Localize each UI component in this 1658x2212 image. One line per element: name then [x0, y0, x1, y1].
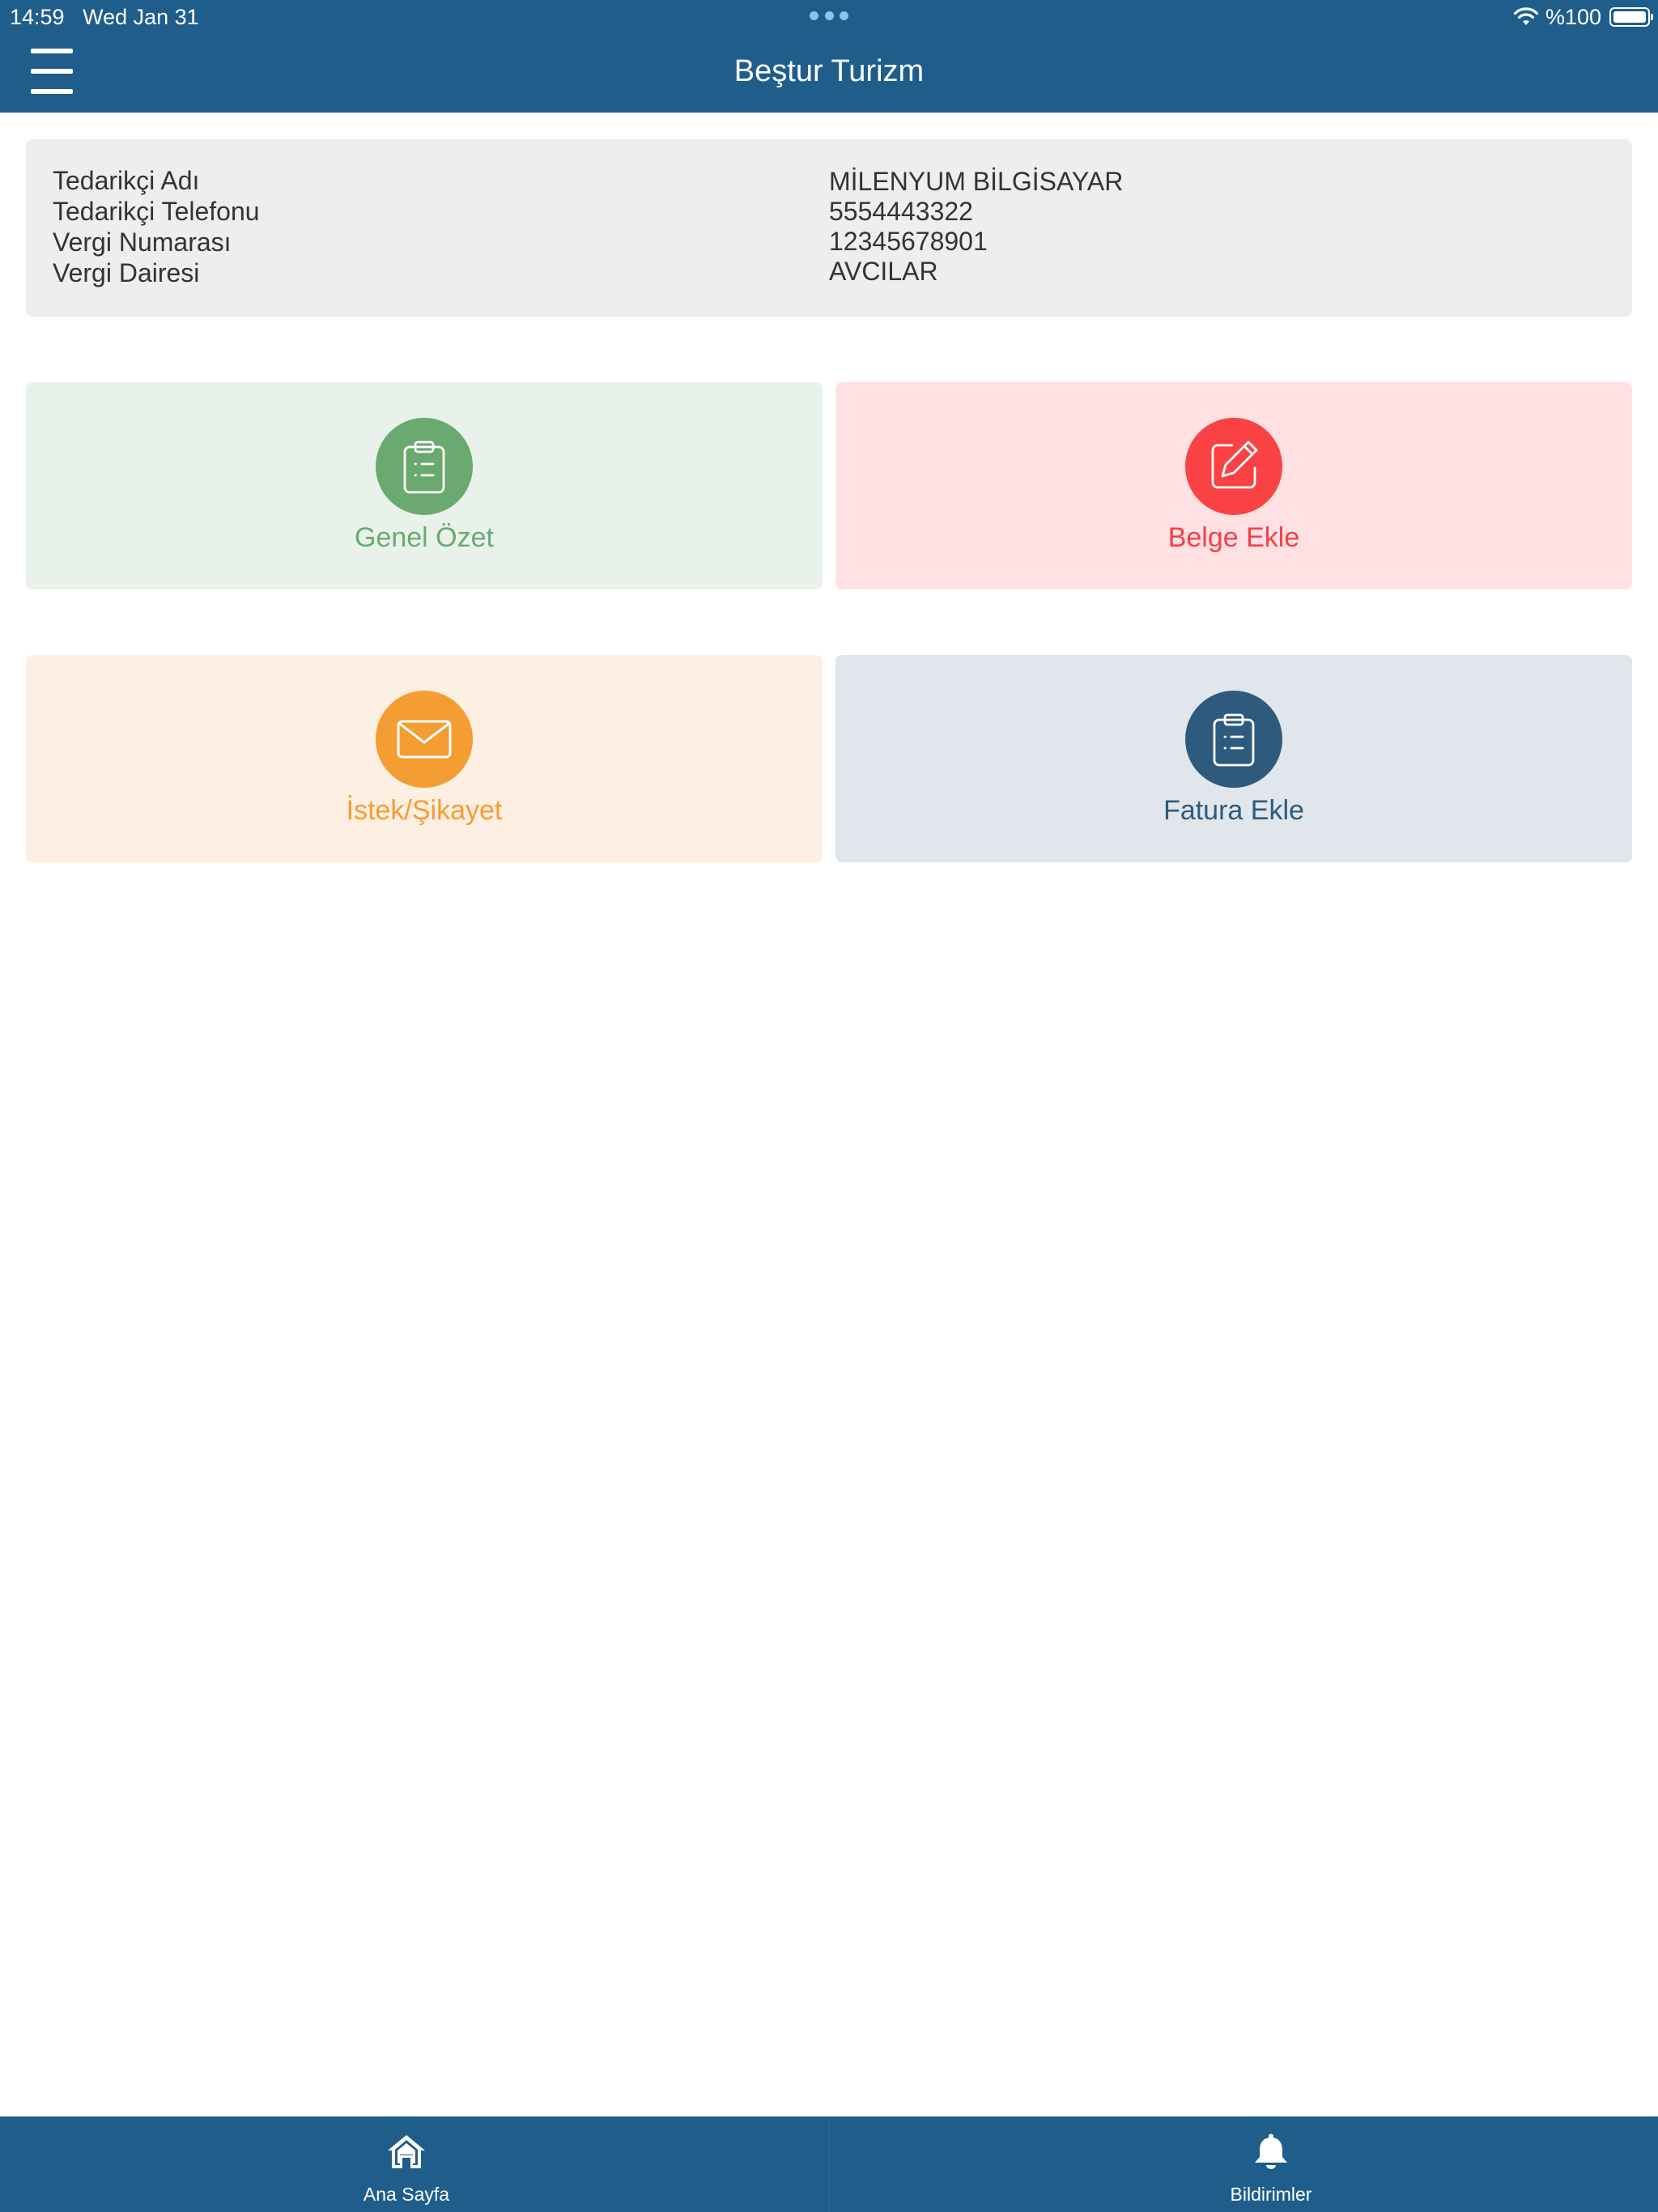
supplier-info-values: MİLENYUM BİLGİSAYAR 5554443322 123456789… — [829, 167, 1123, 287]
genel-ozet-button[interactable]: Genel Özet — [26, 382, 823, 589]
top-bar: 14:59 Wed Jan 31 %100 Beştur Turizm — [0, 0, 1658, 113]
tax-number-label: Vergi Numarası — [53, 228, 232, 257]
supplier-name-value: MİLENYUM BİLGİSAYAR — [829, 167, 1124, 196]
istek-sikayet-button[interactable]: İstek/Şikayet — [26, 655, 823, 862]
tab-bildirimler[interactable]: Bildirimler — [829, 2116, 1658, 2212]
tax-number-value: 12345678901 — [829, 227, 988, 256]
wifi-icon — [1513, 7, 1539, 25]
edit-icon — [1211, 440, 1258, 489]
multitasking-dots-icon[interactable] — [810, 11, 848, 21]
tab-ana-sayfa[interactable]: Ana Sayfa — [0, 2116, 829, 2212]
istek-sikayet-label: İstek/Şikayet — [346, 795, 503, 826]
fatura-ekle-icon-circle — [1185, 691, 1282, 788]
battery-percent: %100 — [1545, 4, 1601, 29]
istek-sikayet-icon-circle — [376, 691, 473, 788]
bell-icon — [1255, 2133, 1287, 2169]
status-time: 14:59 — [10, 5, 65, 29]
home-icon — [388, 2135, 425, 2168]
tax-office-label: Vergi Dairesi — [53, 258, 200, 287]
supplier-phone-label: Tedarikçi Telefonu — [53, 197, 260, 226]
clipboard-icon — [403, 440, 445, 494]
battery-icon — [1609, 7, 1653, 27]
page-title: Beştur Turizm — [733, 54, 925, 88]
fatura-ekle-button[interactable]: Fatura Ekle — [835, 655, 1632, 862]
tax-office-value: AVCILAR — [829, 257, 938, 286]
tab-bildirimler-label: Bildirimler — [1230, 2184, 1312, 2205]
supplier-phone-value: 5554443322 — [829, 197, 973, 226]
supplier-info-card: Tedarikçi Adı Tedarikçi Telefonu Vergi N… — [26, 139, 1632, 317]
tab-ana-sayfa-label: Ana Sayfa — [363, 2184, 450, 2205]
belge-ekle-icon-circle — [1185, 418, 1282, 515]
belge-ekle-label: Belge Ekle — [1167, 522, 1300, 553]
clipboard-icon — [1213, 713, 1255, 767]
supplier-info-labels: Tedarikçi Adı Tedarikçi Telefonu Vergi N… — [53, 165, 260, 288]
bottom-tab-bar: Ana Sayfa Bildirimler — [0, 2116, 1658, 2212]
fatura-ekle-label: Fatura Ekle — [1163, 795, 1304, 826]
genel-ozet-icon-circle — [376, 418, 473, 515]
status-date: Wed Jan 31 — [83, 5, 199, 29]
belge-ekle-button[interactable]: Belge Ekle — [835, 382, 1632, 589]
status-time-date: 14:59 Wed Jan 31 — [10, 3, 199, 31]
supplier-name-label: Tedarikçi Adı — [53, 166, 200, 195]
genel-ozet-label: Genel Özet — [355, 522, 494, 553]
status-indicators: %100 — [1513, 3, 1653, 31]
envelope-icon — [397, 720, 452, 759]
